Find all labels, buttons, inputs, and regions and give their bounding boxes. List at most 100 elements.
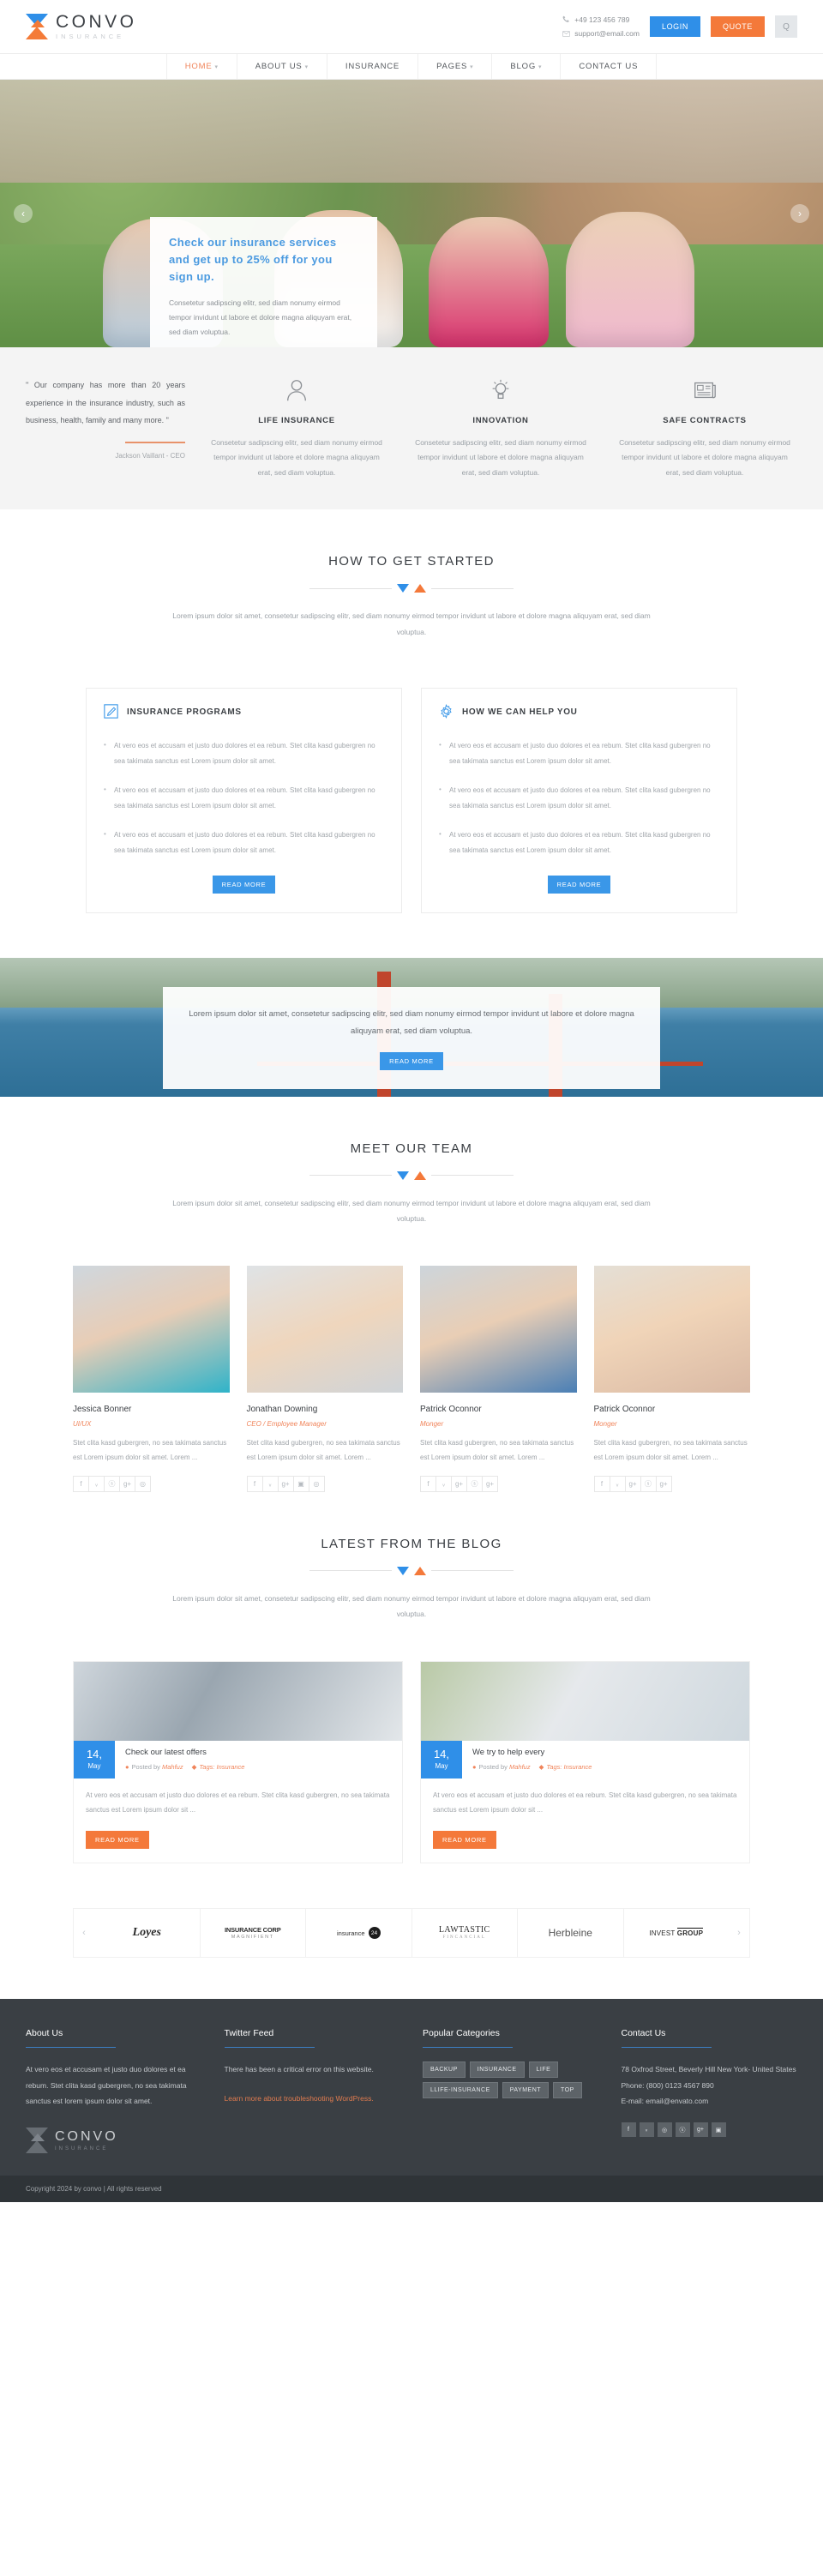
social-icon[interactable]: g+ — [451, 1475, 467, 1492]
nav-item-about-us[interactable]: ABOUT US ▾ — [237, 54, 327, 79]
social-icon[interactable]: ⓢ — [640, 1475, 657, 1492]
social-icon[interactable]: g+ — [655, 1475, 672, 1492]
social-icon[interactable]: g+ — [624, 1475, 641, 1492]
category-tag[interactable]: INSURANCE — [469, 2061, 525, 2079]
login-button[interactable]: LOGIN — [649, 16, 700, 37]
partners-carousel: ‹ Loyes INSURANCE CORP MAGNIFIENT insurance… — [0, 1908, 823, 1959]
social-icon[interactable]: ◎ — [135, 1475, 151, 1492]
header-email[interactable]: support@email.com — [574, 27, 640, 40]
partner-logo[interactable]: LAWTASTIC FINCANCIAL — [411, 1909, 518, 1958]
social-icon[interactable]: ᵥ — [639, 2122, 654, 2138]
partner-logo[interactable]: Loyes — [94, 1909, 200, 1957]
site-logo[interactable]: CONVO INSURANCE — [26, 13, 137, 40]
social-icon[interactable]: ▣ — [292, 1475, 309, 1492]
social-icon[interactable]: ᵥ — [436, 1475, 452, 1492]
nav-item-label: INSURANCE — [345, 62, 400, 71]
footer-contact: Contact Us 78 Oxfrod Street, Beverly Hil… — [621, 2028, 798, 2153]
author-name[interactable]: Mahfuz — [162, 1763, 183, 1771]
bridge-read-more-button[interactable]: READ MORE — [380, 1051, 443, 1070]
quote-button[interactable]: QUOTE — [710, 16, 765, 37]
social-icon[interactable]: g+ — [277, 1475, 294, 1492]
team-member-role: Monger — [420, 1420, 444, 1429]
nav-item-pages[interactable]: PAGES ▾ — [418, 54, 493, 79]
category-tag[interactable]: LIFE — [528, 2061, 559, 2079]
tags-label[interactable]: Tags: Insurance — [199, 1763, 244, 1771]
social-icon[interactable]: g+ — [482, 1475, 498, 1492]
blog-post-tags: ◆ Tags: Insurance — [192, 1763, 245, 1771]
panel-title: INSURANCE PROGRAMS — [127, 707, 242, 718]
site-header: CONVO INSURANCE +49 123 456 789 support@… — [0, 0, 823, 53]
social-icon[interactable]: f — [621, 2122, 636, 2138]
nav-item-blog[interactable]: BLOG ▾ — [492, 54, 562, 79]
gear-icon — [439, 703, 454, 721]
read-more-button[interactable]: READ MORE — [547, 875, 611, 894]
social-icon[interactable]: g+ — [119, 1475, 135, 1492]
social-icon[interactable]: f — [420, 1475, 436, 1492]
social-icon[interactable]: f — [593, 1475, 610, 1492]
copyright-text: Copyright 2024 by convo | All rights res… — [26, 2185, 162, 2194]
nav-item-label: HOME — [184, 62, 213, 71]
troubleshooting-link[interactable]: Learn more about troubleshooting WordPre… — [225, 2094, 374, 2103]
partner-logo[interactable]: Herbleine — [517, 1909, 623, 1958]
team-social-links: f ᵥ g+ ⓢ g+ — [420, 1475, 577, 1492]
team-member-bio: Stet clita kasd gubergren, no sea takima… — [73, 1439, 227, 1462]
blog-post-author: ● Posted by Mahfuz — [472, 1763, 531, 1771]
partner-logo[interactable]: INVEST GROUP — [622, 1909, 730, 1958]
hero-slider: Check our insurance services and get up … — [0, 80, 823, 347]
blog-read-more-button[interactable]: READ MORE — [433, 1831, 496, 1850]
partner-logo-badge: 24 — [368, 1927, 381, 1940]
team-member-name: Patrick Oconnor — [593, 1405, 656, 1415]
social-icon[interactable]: ⓢ — [466, 1475, 483, 1492]
blog-read-more-button[interactable]: READ MORE — [86, 1831, 149, 1850]
social-icon[interactable]: ⓢ — [675, 2122, 690, 2138]
team-social-links: f ᵥ ⓢ g+ ◎ — [73, 1475, 230, 1492]
nav-item-contact-us[interactable]: CONTACT US — [561, 54, 658, 79]
category-tag[interactable]: TOP — [553, 2082, 582, 2099]
tags-label[interactable]: Tags: Insurance — [546, 1763, 592, 1771]
social-icon[interactable]: g+ — [693, 2122, 708, 2138]
nav-item-home[interactable]: HOME ▾ — [165, 54, 237, 79]
blog-post-title[interactable]: We try to help every — [472, 1748, 592, 1757]
category-tag[interactable]: LLIFE-INSURANCE — [423, 2082, 498, 2099]
social-icon[interactable]: ᵥ — [609, 1475, 626, 1492]
partners-prev-icon[interactable]: ‹ — [74, 1928, 94, 1938]
partners-next-icon[interactable]: › — [729, 1928, 749, 1938]
social-icon[interactable]: ⓢ — [104, 1475, 120, 1492]
footer-address: 78 Oxfrod Street, Beverly Hill New York-… — [621, 2065, 796, 2074]
read-more-button[interactable]: READ MORE — [212, 875, 276, 894]
header-phone[interactable]: +49 123 456 789 — [574, 13, 629, 27]
author-name[interactable]: Mahfuz — [509, 1763, 531, 1771]
panel-title: HOW WE CAN HELP YOU — [462, 707, 578, 718]
social-icon[interactable]: ◎ — [657, 2122, 672, 2138]
feature-life-insurance: LIFE INSURANCE Consetetur sadipscing eli… — [204, 373, 389, 480]
logo-name: CONVO — [56, 12, 137, 33]
footer-title-underline — [224, 2047, 315, 2049]
social-icon[interactable]: f — [73, 1475, 89, 1492]
social-icon[interactable]: ᵥ — [88, 1475, 105, 1492]
footer-logo[interactable]: CONVO INSURANCE — [26, 2128, 202, 2154]
category-tag[interactable]: PAYMENT — [502, 2082, 550, 2099]
blog-post-title[interactable]: Check our latest offers — [125, 1748, 244, 1757]
list-item: At vero eos et accusam et justo duo dolo… — [104, 827, 384, 858]
team-section: MEET OUR TEAM Lorem ipsum dolor sit amet… — [0, 1097, 823, 1492]
social-icon[interactable]: ᵥ — [261, 1475, 279, 1492]
slider-prev-icon[interactable]: ‹ — [14, 204, 33, 223]
social-icon[interactable]: f — [246, 1475, 263, 1492]
document-icon — [619, 373, 790, 407]
main-navigation: HOME ▾ ABOUT US ▾ INSURANCE PAGES ▾ BLOG ▾ CONTAC… — [0, 53, 823, 80]
search-icon[interactable]: Q — [775, 15, 797, 38]
partner-logo[interactable]: INSURANCE CORP MAGNIFIENT — [199, 1909, 306, 1958]
nav-item-insurance[interactable]: INSURANCE — [327, 54, 419, 79]
section-divider — [0, 584, 823, 593]
partner-logo[interactable]: insurance 24 — [305, 1909, 412, 1958]
slider-next-icon[interactable]: › — [790, 204, 809, 223]
social-icon[interactable]: ▣ — [711, 2122, 726, 2138]
pencil-box-icon — [104, 704, 118, 721]
chevron-down-icon: ▾ — [304, 64, 309, 70]
social-icon[interactable]: ◎ — [308, 1475, 325, 1492]
team-social-links: f ᵥ g+ ⓢ g+ — [593, 1475, 751, 1492]
category-tag[interactable]: BACKUP — [423, 2061, 466, 2079]
team-member-card: Jessica Bonner UI/UX Stet clita kasd guber… — [73, 1266, 230, 1492]
team-member-name: Jessica Bonner — [73, 1405, 132, 1415]
hero-person — [566, 212, 694, 347]
